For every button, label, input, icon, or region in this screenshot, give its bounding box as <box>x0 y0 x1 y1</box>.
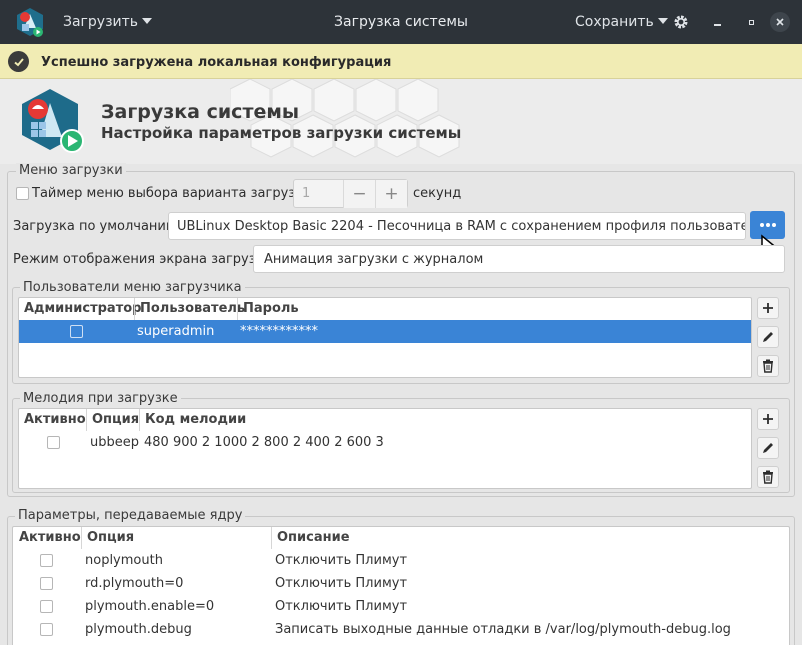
timer-unit: секунд <box>413 186 462 201</box>
table-row[interactable]: plymouth.debug Записать выходные данные … <box>13 618 789 641</box>
add-user-button[interactable] <box>757 297 779 319</box>
kernel-option-cell: noplymouth <box>85 553 163 568</box>
timer-label: Таймер меню выбора варианта загрузки: <box>32 186 316 201</box>
melody-option-cell: ubbeep <box>90 435 139 450</box>
dot-icon <box>771 223 776 227</box>
admin-checkbox[interactable] <box>70 325 83 338</box>
chevron-down-icon <box>657 18 668 24</box>
timer-plus-button[interactable]: + <box>375 180 407 208</box>
chevron-down-icon <box>142 18 153 24</box>
column-header[interactable]: Пароль <box>237 298 437 320</box>
kernel-description-cell: Записать выходные данные отладки в /var/… <box>275 622 731 637</box>
column-header[interactable]: Пользователь <box>134 298 245 320</box>
password-cell: ************ <box>240 324 318 339</box>
trash-icon <box>763 359 773 373</box>
table-row[interactable]: superadmin ************ <box>19 320 751 343</box>
load-menu[interactable]: Загрузить <box>63 14 153 30</box>
display-mode-combo[interactable]: Анимация загрузки с журналом <box>253 245 785 273</box>
user-cell: superadmin <box>137 324 215 339</box>
column-header[interactable]: Описание <box>271 527 571 549</box>
maximize-icon[interactable] <box>741 12 761 32</box>
table-row[interactable]: plymouth.enable=0 Отключить Плимут <box>13 595 789 618</box>
table-row[interactable]: noplymouth Отключить Плимут <box>13 549 789 572</box>
check-circle-icon <box>8 51 29 72</box>
edit-melody-button[interactable] <box>757 437 779 459</box>
column-header[interactable]: Код мелодии <box>139 409 339 431</box>
pencil-icon <box>763 443 773 453</box>
kernel-params-label: Параметры, передаваемые ядру <box>15 508 246 523</box>
delete-user-button[interactable] <box>757 355 779 377</box>
pencil-icon <box>763 332 773 342</box>
dot-icon <box>759 223 764 227</box>
default-boot-value: UBLinux Desktop Basic 2204 - Песочница в… <box>177 218 746 234</box>
column-header[interactable]: Активно <box>19 409 86 431</box>
edit-user-button[interactable] <box>757 326 779 348</box>
kernel-option-cell: rd.plymouth=0 <box>85 576 184 591</box>
kernel-description-cell: Отключить Плимут <box>275 553 408 568</box>
users-group-label: Пользователи меню загрузчика <box>20 280 245 295</box>
default-boot-entry[interactable]: UBLinux Desktop Basic 2204 - Песочница в… <box>168 212 746 240</box>
info-bar: Успешно загружена локальная конфигурация <box>0 44 802 79</box>
kernel-active-checkbox[interactable] <box>40 623 53 636</box>
melody-active-checkbox[interactable] <box>47 436 60 449</box>
column-header[interactable]: Активно <box>13 527 81 549</box>
boot-menu-label: Меню загрузки <box>16 163 126 178</box>
table-row[interactable]: ubbeep 480 900 2 1000 2 800 2 400 2 600 … <box>19 431 751 454</box>
page-header: Загрузка системы Настройка параметров за… <box>0 79 802 164</box>
kernel-description-cell: Отключить Плимут <box>275 599 408 614</box>
kernel-active-checkbox[interactable] <box>40 554 53 567</box>
trash-icon <box>763 470 773 484</box>
column-header[interactable]: Администратор <box>19 298 141 320</box>
kernel-params-table: Активно Опция Описание noplymouth Отключ… <box>12 526 790 645</box>
kernel-active-checkbox[interactable] <box>40 600 53 613</box>
column-header[interactable]: Опция <box>86 409 139 431</box>
timer-value: 1 <box>302 186 311 201</box>
titlebar: Загрузить Загрузка системы Сохранить <box>0 0 802 44</box>
app-logo <box>22 89 84 153</box>
default-boot-label: Загрузка по умолчанию: <box>13 219 182 234</box>
gear-icon[interactable] <box>671 12 691 32</box>
display-mode-value: Анимация загрузки с журналом <box>264 251 484 267</box>
plus-icon <box>763 303 773 313</box>
users-table: Администратор Пользователь Пароль supera… <box>18 297 752 378</box>
app-icon <box>17 8 43 37</box>
delete-melody-button[interactable] <box>757 466 779 488</box>
melody-group-label: Мелодия при загрузке <box>20 391 181 406</box>
timer-checkbox[interactable] <box>16 187 29 200</box>
table-row[interactable]: rd.plymouth=0 Отключить Плимут <box>13 572 789 595</box>
melody-code-cell: 480 900 2 1000 2 800 2 400 2 600 3 <box>144 435 384 450</box>
dot-icon <box>765 223 770 227</box>
plus-icon <box>763 414 773 424</box>
page-title: Загрузка системы <box>101 101 300 123</box>
kernel-option-cell: plymouth.enable=0 <box>85 599 215 614</box>
minimize-icon[interactable] <box>707 12 727 32</box>
timer-minus-button[interactable]: − <box>343 180 375 208</box>
add-melody-button[interactable] <box>757 408 779 430</box>
kernel-active-checkbox[interactable] <box>40 577 53 590</box>
display-mode-label: Режим отображения экрана загрузки: <box>13 252 277 267</box>
kernel-option-cell: plymouth.debug <box>85 622 192 637</box>
page-subtitle: Настройка параметров загрузки системы <box>101 124 462 142</box>
kernel-description-cell: Отключить Плимут <box>275 576 408 591</box>
melody-table: Активно Опция Код мелодии ubbeep 480 900… <box>18 408 752 489</box>
save-menu[interactable]: Сохранить <box>575 14 668 30</box>
close-icon[interactable] <box>770 12 790 32</box>
info-message: Успешно загружена локальная конфигурация <box>41 55 392 70</box>
column-header[interactable]: Опция <box>81 527 266 549</box>
